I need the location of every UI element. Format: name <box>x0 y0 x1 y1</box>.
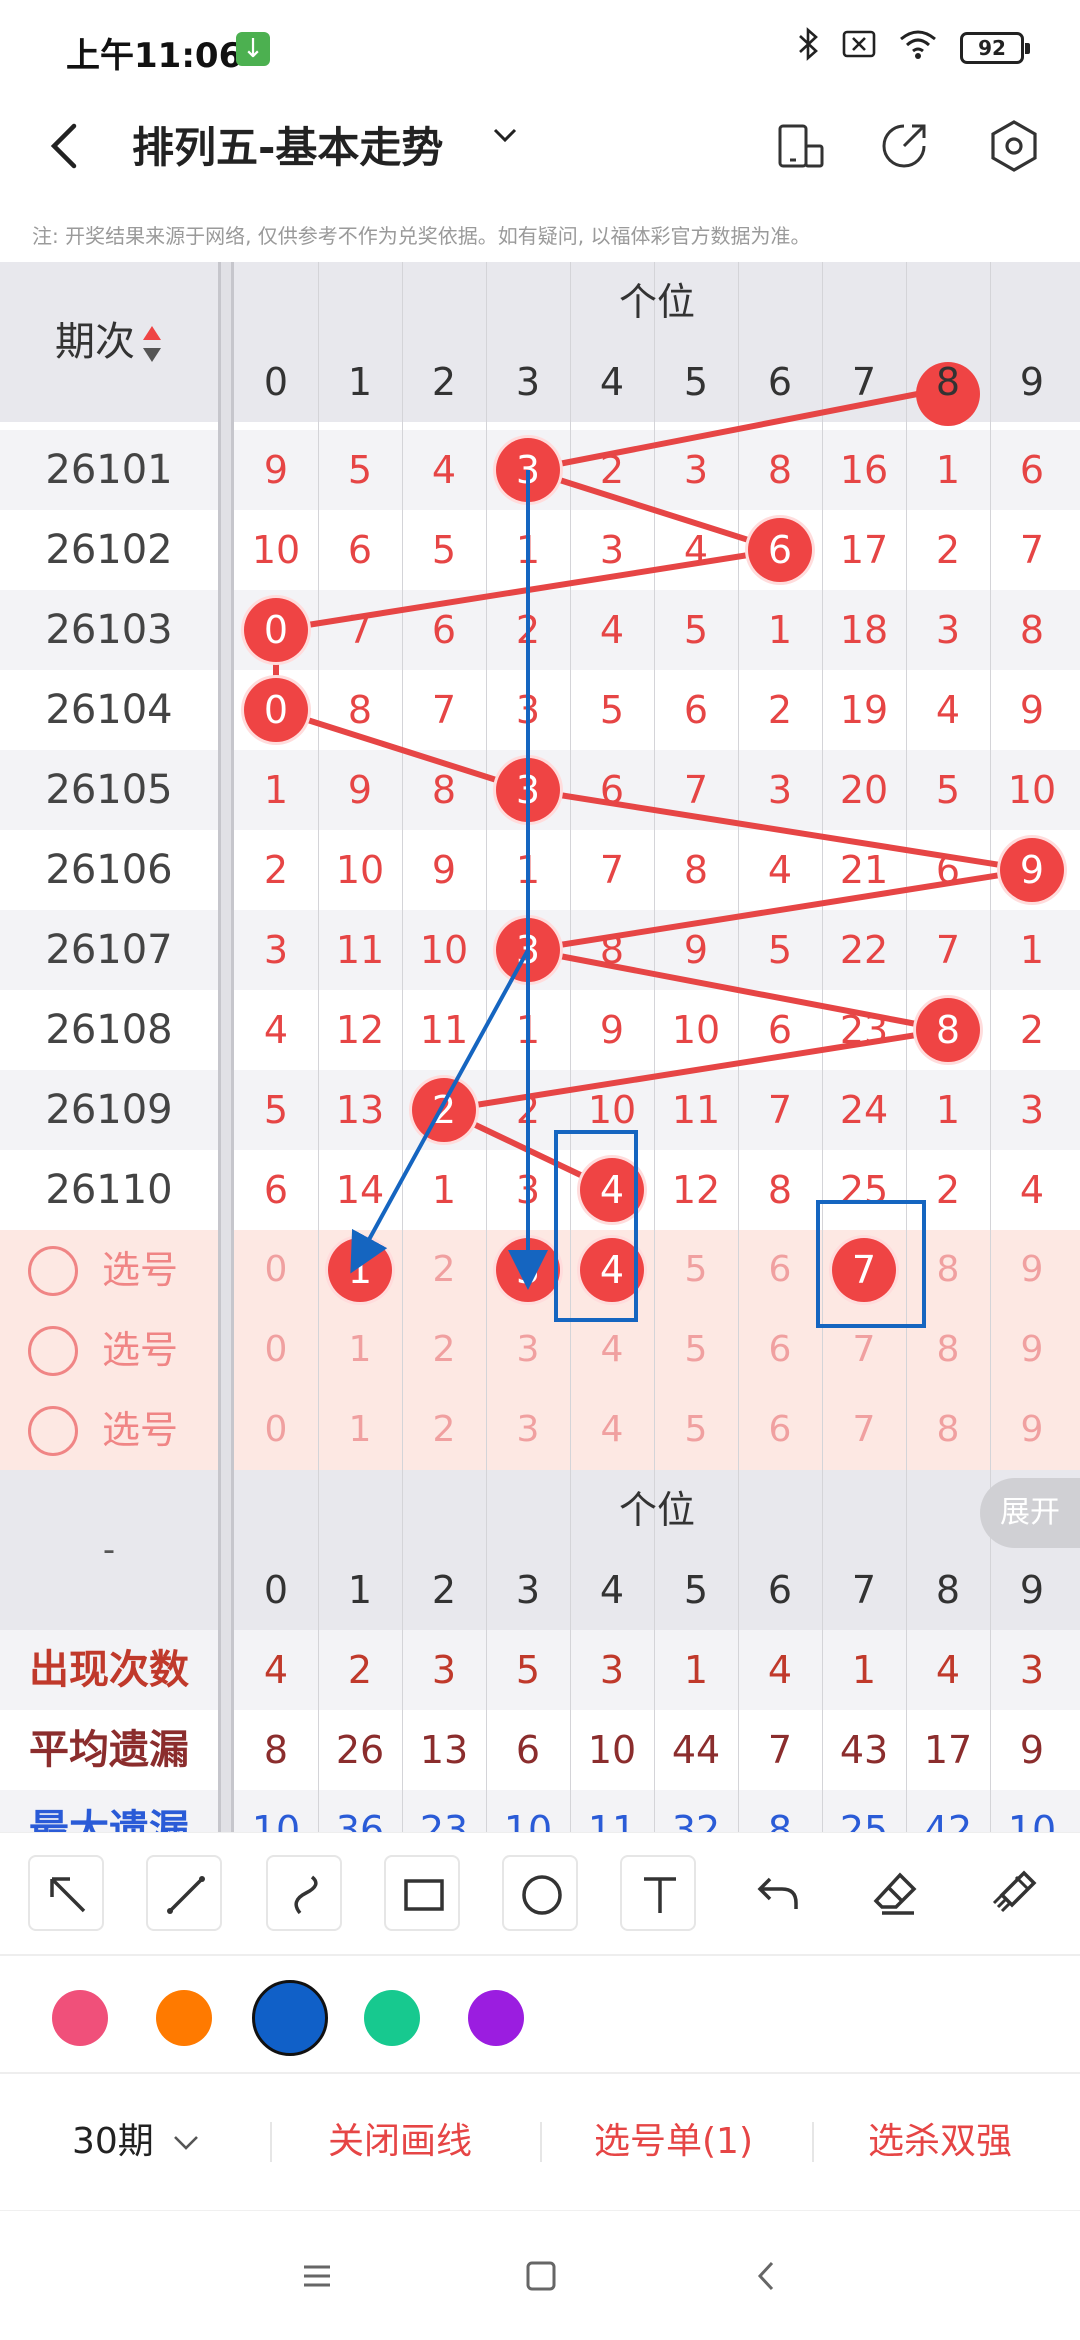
separator <box>540 2122 542 2162</box>
circle-icon <box>522 1875 562 1915</box>
trend-table: 期次个位012345678926101954323816162610210651… <box>0 262 1080 1832</box>
arrow-icon <box>50 1877 86 1913</box>
share-icon[interactable] <box>874 116 934 176</box>
color-picker <box>0 1954 1080 2074</box>
status-icons: 92 <box>796 27 1030 69</box>
chevron-down-icon[interactable] <box>490 120 520 158</box>
status-bar: 上午11:06 ↓ 92 <box>0 0 1080 96</box>
eraser-icon <box>873 1872 917 1915</box>
rectangle-tool[interactable] <box>384 1855 460 1931</box>
expand-button[interactable]: 展开 <box>980 1478 1080 1548</box>
line-tool[interactable] <box>146 1855 222 1931</box>
page-title[interactable]: 排列五-基本走势 <box>132 114 443 175</box>
arrow-tool[interactable] <box>28 1855 104 1931</box>
back-button[interactable] <box>44 116 104 176</box>
screen-rotate-icon[interactable] <box>770 116 830 176</box>
drawn-rectangle <box>554 1130 638 1322</box>
color-swatch-pink[interactable] <box>52 1990 108 2046</box>
menu-nav-icon[interactable] <box>292 2251 342 2301</box>
circle-tool[interactable] <box>502 1855 578 1931</box>
color-swatch-green[interactable] <box>364 1990 420 2046</box>
back-arrow-icon <box>50 123 77 169</box>
separator <box>270 2122 272 2162</box>
chevron-down-icon <box>174 2136 199 2150</box>
disclaimer-notice: 注: 开奖结果来源于网络, 仅供参考不作为兑奖依据。如有疑问, 以福体彩官方数据… <box>32 224 811 248</box>
bottom-action-bar: 30期 关闭画线 选号单(1) 选杀双强 <box>0 2076 1080 2210</box>
curve-icon <box>294 1875 318 1915</box>
eraser-tool[interactable] <box>858 1855 934 1931</box>
settings-icon[interactable] <box>984 116 1044 176</box>
period-select[interactable]: 30期 <box>72 2112 201 2164</box>
broom-icon <box>992 1870 1037 1913</box>
curve-tool[interactable] <box>266 1855 342 1931</box>
undo-icon <box>757 1877 798 1909</box>
color-swatch-purple[interactable] <box>468 1990 524 2046</box>
text-tool[interactable] <box>620 1855 696 1931</box>
text-icon <box>644 1877 676 1913</box>
close-drawing-button[interactable]: 关闭画线 <box>328 2112 472 2164</box>
system-nav-bar <box>0 2210 1080 2340</box>
download-icon: ↓ <box>236 32 270 66</box>
pick-list-button[interactable]: 选号单(1) <box>594 2112 753 2164</box>
drawing-toolbar <box>0 1832 1080 1954</box>
clear-tool[interactable] <box>976 1855 1052 1931</box>
separator <box>812 2122 814 2162</box>
line-icon <box>167 1876 205 1914</box>
status-time: 上午11:06 <box>66 36 243 76</box>
no-sim-icon <box>842 30 876 66</box>
rectangle-icon <box>404 1879 444 1911</box>
period-select-label: 30期 <box>72 2121 154 2162</box>
user-drawing-layer[interactable] <box>0 262 1080 1832</box>
home-nav-icon[interactable] <box>516 2251 566 2301</box>
filter-button[interactable]: 选杀双强 <box>868 2112 1012 2164</box>
title-bar: 排列五-基本走势 <box>0 96 1080 226</box>
color-swatch-orange[interactable] <box>156 1990 212 2046</box>
wifi-icon <box>898 28 938 68</box>
undo-tool[interactable] <box>740 1855 816 1931</box>
back-nav-icon[interactable] <box>742 2251 792 2301</box>
bluetooth-icon <box>796 27 820 69</box>
drawn-rectangle <box>816 1200 926 1328</box>
battery-indicator: 92 <box>960 32 1030 64</box>
drawn-arrow <box>350 949 530 1274</box>
color-swatch-blue[interactable] <box>252 1980 328 2056</box>
